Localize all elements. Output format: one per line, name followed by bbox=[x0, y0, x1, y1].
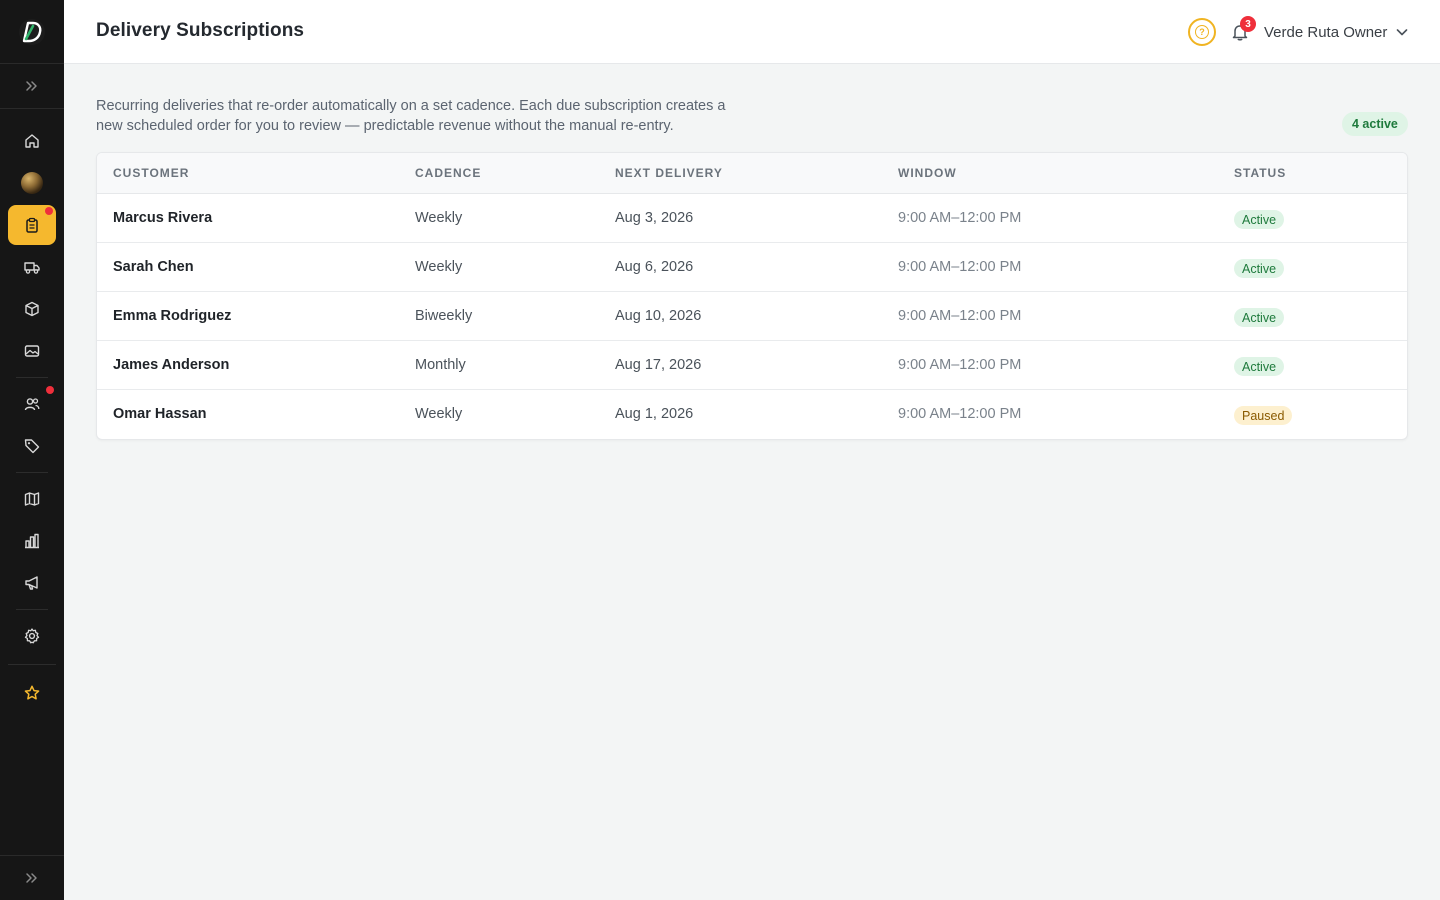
sidebar-item-marketing[interactable] bbox=[8, 563, 56, 603]
customer-name: Emma Rodriguez bbox=[113, 308, 232, 324]
status-badge: Active bbox=[1234, 259, 1285, 278]
column-header-status[interactable]: STATUS bbox=[1234, 166, 1286, 180]
sidebar-divider bbox=[16, 377, 48, 378]
cadence: Monthly bbox=[415, 357, 466, 373]
next-delivery-date: Aug 6, 2026 bbox=[615, 259, 694, 275]
expand-sidebar-button[interactable] bbox=[8, 66, 56, 106]
sidebar-item-promotions[interactable] bbox=[8, 426, 56, 466]
chevron-down-icon bbox=[1397, 29, 1408, 36]
help-icon: ? bbox=[1195, 25, 1209, 39]
collapse-icon bbox=[26, 873, 37, 883]
tag-icon bbox=[24, 439, 40, 454]
customer-name: Marcus Rivera bbox=[113, 210, 213, 226]
column-header-cadence[interactable]: CADENCE bbox=[415, 166, 481, 180]
delivery-window: 9:00 AM–12:00 PM bbox=[898, 210, 1022, 226]
megaphone-icon bbox=[25, 576, 38, 590]
table-row[interactable]: Marcus Rivera Weekly Aug 3, 2026 9:00 AM… bbox=[97, 194, 1407, 243]
delivery-window: 9:00 AM–12:00 PM bbox=[898, 259, 1022, 275]
box-icon bbox=[25, 301, 39, 317]
subscriptions-table: CUSTOMER CADENCE NEXT DELIVERY WINDOW ST… bbox=[96, 152, 1408, 440]
cadence: Biweekly bbox=[415, 308, 473, 324]
sidebar-item-home[interactable] bbox=[8, 121, 56, 161]
notification-count-badge: 3 bbox=[1240, 16, 1256, 32]
column-header-customer[interactable]: CUSTOMER bbox=[113, 166, 189, 180]
customer-name: Sarah Chen bbox=[113, 259, 194, 275]
settings-icon bbox=[24, 628, 40, 644]
map-icon bbox=[24, 492, 40, 506]
sidebar-item-products[interactable] bbox=[8, 289, 56, 329]
home-icon bbox=[25, 134, 39, 148]
status-badge: Active bbox=[1234, 357, 1285, 376]
sidebar-item-analytics[interactable] bbox=[8, 521, 56, 561]
sidebar-divider bbox=[16, 472, 48, 473]
next-delivery-date: Aug 17, 2026 bbox=[615, 357, 702, 373]
table-row[interactable]: James Anderson Monthly Aug 17, 2026 9:00… bbox=[97, 341, 1407, 390]
top-header: Delivery Subscriptions ? 3 Verde Ruta Ow… bbox=[64, 0, 1440, 64]
cadence: Weekly bbox=[415, 406, 463, 422]
status-badge: Active bbox=[1234, 210, 1285, 229]
sidebar-item-map[interactable] bbox=[8, 479, 56, 519]
clipboard-icon bbox=[26, 217, 38, 233]
sidebar-divider bbox=[8, 664, 56, 665]
user-name: Verde Ruta Owner bbox=[1264, 23, 1388, 41]
star-icon bbox=[24, 685, 40, 700]
bar-chart-icon bbox=[25, 533, 39, 549]
next-delivery-date: Aug 1, 2026 bbox=[615, 406, 694, 422]
page-description: Recurring deliveries that re-order autom… bbox=[96, 98, 726, 134]
delivery-window: 9:00 AM–12:00 PM bbox=[898, 406, 1022, 422]
customers-alert-dot bbox=[46, 386, 54, 394]
cadence: Weekly bbox=[415, 210, 463, 226]
table-header: CUSTOMER CADENCE NEXT DELIVERY WINDOW ST… bbox=[97, 153, 1407, 194]
sidebar-divider bbox=[0, 108, 64, 109]
customer-name: Omar Hassan bbox=[113, 406, 207, 422]
user-menu[interactable]: Verde Ruta Owner bbox=[1264, 22, 1409, 42]
customer-name: James Anderson bbox=[113, 357, 230, 373]
delivery-window: 9:00 AM–12:00 PM bbox=[898, 357, 1022, 373]
brand-d-icon bbox=[19, 18, 45, 45]
active-count-badge: 4 active bbox=[1342, 112, 1408, 136]
page-title: Delivery Subscriptions bbox=[96, 20, 305, 41]
sidebar bbox=[0, 0, 64, 900]
sidebar-item-media[interactable] bbox=[8, 331, 56, 371]
sidebar-divider bbox=[16, 609, 48, 610]
sidebar-divider bbox=[0, 855, 64, 856]
expand-icon bbox=[26, 81, 37, 91]
status-badge: Paused bbox=[1234, 406, 1293, 425]
help-button[interactable]: ? bbox=[1188, 18, 1216, 46]
column-header-window[interactable]: WINDOW bbox=[898, 166, 957, 180]
sidebar-item-deliveries[interactable] bbox=[8, 247, 56, 287]
table-row[interactable]: Sarah Chen Weekly Aug 6, 2026 9:00 AM–12… bbox=[97, 243, 1407, 292]
column-header-next-delivery[interactable]: NEXT DELIVERY bbox=[615, 166, 723, 180]
table-row[interactable]: Omar Hassan Weekly Aug 1, 2026 9:00 AM–1… bbox=[97, 390, 1407, 439]
brand-logo[interactable] bbox=[0, 0, 64, 64]
image-icon bbox=[24, 345, 40, 357]
status-badge: Active bbox=[1234, 308, 1285, 327]
next-delivery-date: Aug 3, 2026 bbox=[615, 210, 694, 226]
next-delivery-date: Aug 10, 2026 bbox=[615, 308, 702, 324]
sidebar-item-store[interactable] bbox=[8, 163, 56, 203]
store-avatar bbox=[21, 172, 43, 194]
sidebar-item-favorites[interactable] bbox=[8, 673, 56, 713]
delivery-window: 9:00 AM–12:00 PM bbox=[898, 308, 1022, 324]
collapse-sidebar-button[interactable] bbox=[8, 858, 56, 898]
orders-alert-dot bbox=[45, 207, 53, 215]
sidebar-item-settings[interactable] bbox=[8, 616, 56, 656]
table-row[interactable]: Emma Rodriguez Biweekly Aug 10, 2026 9:0… bbox=[97, 292, 1407, 341]
cadence: Weekly bbox=[415, 259, 463, 275]
users-icon bbox=[24, 398, 40, 411]
truck-icon bbox=[24, 262, 40, 274]
